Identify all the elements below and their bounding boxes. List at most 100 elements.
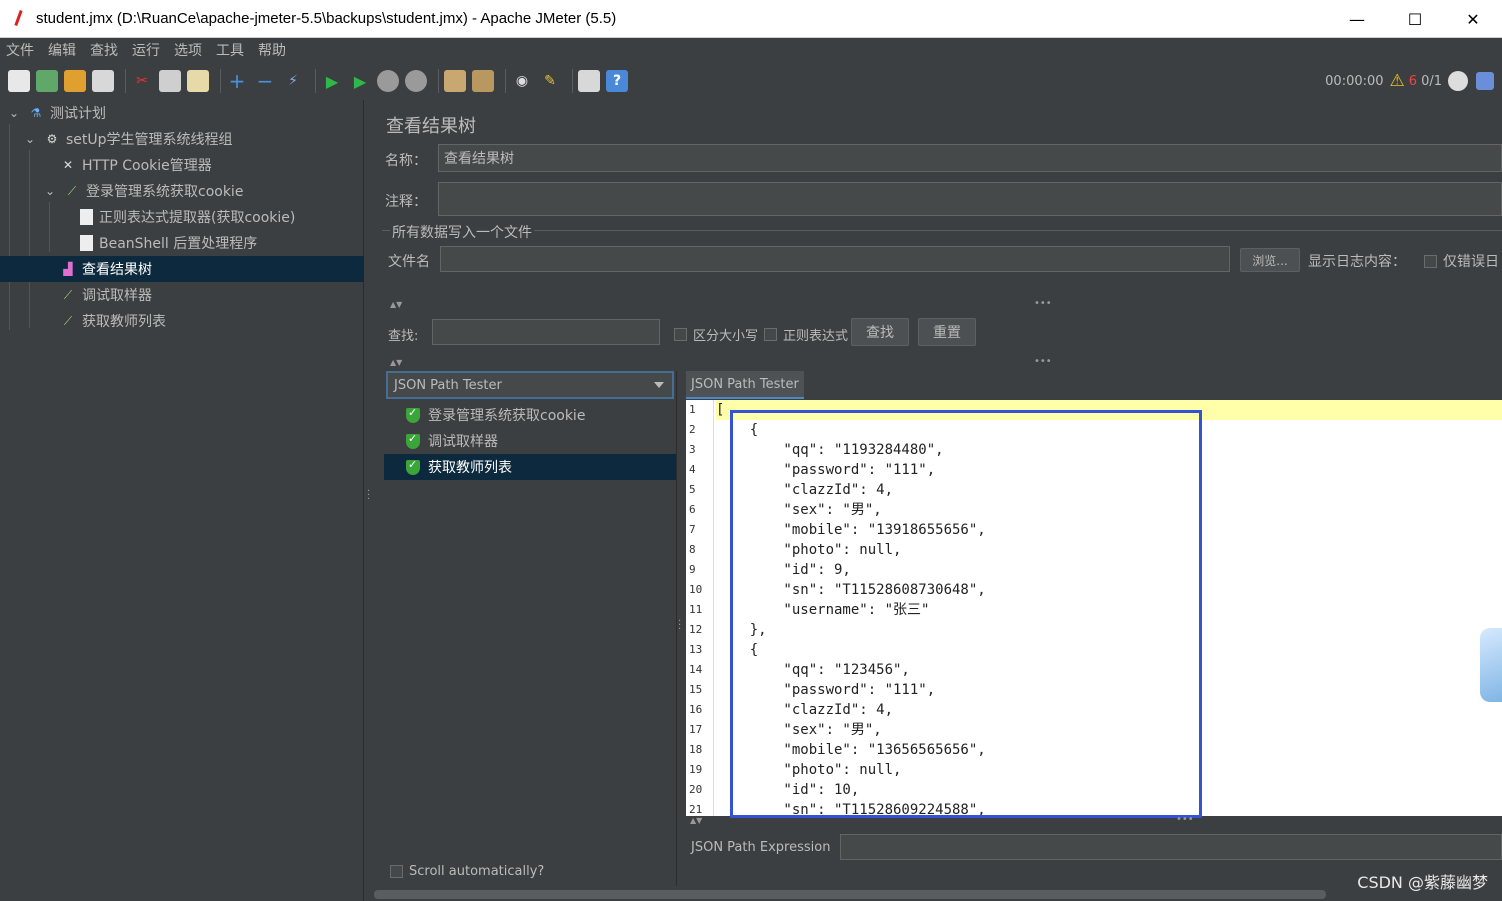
document-icon [80, 235, 93, 251]
save-icon[interactable] [92, 70, 114, 92]
collapse-icon[interactable]: − [254, 69, 276, 93]
start-no-pause-icon[interactable]: ▶ [349, 70, 371, 92]
checkbox-box[interactable] [764, 328, 777, 341]
tree-item-test-plan[interactable]: ⌄ ⚗ 测试计划 [6, 100, 106, 126]
json-path-expression-input[interactable] [840, 834, 1502, 860]
remote-clear-icon[interactable] [1476, 72, 1494, 90]
title-bar: student.jmx (D:\RuanCe\apache-jmeter-5.5… [0, 0, 1502, 38]
errors-only-checkbox[interactable]: 仅错误日 [1424, 251, 1499, 271]
result-item-label: 获取教师列表 [428, 460, 512, 476]
chevron-down-icon[interactable]: ⌄ [22, 131, 38, 147]
horizontal-splitter[interactable]: ▲▼ ••• [686, 814, 1502, 828]
close-button[interactable]: ✕ [1444, 0, 1502, 38]
horizontal-scrollbar[interactable] [374, 888, 1502, 901]
cut-icon[interactable]: ✂ [131, 70, 153, 92]
result-item[interactable]: 调试取样器 [384, 428, 676, 454]
expand-icon[interactable]: + [226, 69, 248, 93]
chevron-down-icon[interactable]: ⌄ [42, 183, 58, 199]
tab-json-path-tester[interactable]: JSON Path Tester [686, 371, 804, 399]
reset-search-icon[interactable]: ✎ [539, 70, 561, 92]
filename-field[interactable] [440, 246, 1230, 272]
splitter-grip-icon[interactable]: · · · [678, 617, 681, 635]
menu-search[interactable]: 查找 [90, 40, 118, 60]
fieldset-border [382, 230, 1502, 231]
test-plan-tree: ⌄ ⚗ 测试计划 ⌄ ⚙ setUp学生管理系统线程组 ✕ HTTP Cooki… [0, 100, 364, 901]
result-item[interactable]: 登录管理系统获取cookie [384, 402, 676, 428]
horizontal-splitter[interactable]: ▲▼ ••• [386, 298, 1502, 312]
tree-item-view-results-tree[interactable]: ▟ 查看结果树 [0, 256, 364, 282]
maximize-button[interactable]: ☐ [1386, 0, 1444, 38]
menu-file[interactable]: 文件 [6, 40, 34, 60]
function-helper-icon[interactable] [578, 70, 600, 92]
wrench-icon: ✕ [62, 158, 74, 172]
chevron-down-icon[interactable]: ⌄ [6, 105, 22, 121]
start-icon[interactable]: ▶ [321, 70, 343, 92]
scroll-automatically-label: Scroll automatically? [409, 864, 545, 879]
name-field[interactable]: 查看结果树 [438, 144, 1502, 172]
clear-icon[interactable] [444, 70, 466, 92]
copy-icon[interactable] [159, 70, 181, 92]
toolbar-status: 00:00:00 ⚠ 6 0/1 [1325, 62, 1502, 100]
templates-icon[interactable] [36, 70, 58, 92]
menu-edit[interactable]: 编辑 [48, 40, 76, 60]
open-icon[interactable] [64, 70, 86, 92]
chevron-down-icon[interactable] [654, 382, 664, 388]
checkbox-box[interactable] [674, 328, 687, 341]
splitter-arrows-icon[interactable]: ▲▼ [690, 816, 702, 825]
menu-run[interactable]: 运行 [132, 40, 160, 60]
paste-icon[interactable] [187, 70, 209, 92]
search-binoculars-icon[interactable]: ◉ [511, 70, 533, 92]
minimize-button[interactable]: — [1328, 0, 1386, 38]
code-line: "password": "111", [716, 682, 936, 698]
case-sensitive-checkbox[interactable]: 区分大小写 [674, 325, 758, 344]
new-icon[interactable] [8, 70, 30, 92]
tree-item-label: 调试取样器 [82, 288, 152, 304]
tree-item-cookie-manager[interactable]: ✕ HTTP Cookie管理器 [60, 152, 212, 178]
toggle-icon[interactable]: ⚡ [282, 70, 304, 92]
clear-all-icon[interactable] [472, 70, 494, 92]
line-number: 17 [689, 723, 703, 736]
menu-help[interactable]: 帮助 [258, 40, 286, 60]
scroll-automatically-checkbox[interactable]: Scroll automatically? [390, 864, 544, 879]
menu-options[interactable]: 选项 [174, 40, 202, 60]
renderer-select[interactable]: JSON Path Tester [386, 371, 674, 399]
help-icon[interactable]: ? [606, 70, 628, 92]
code-line: { [716, 422, 759, 438]
browse-button[interactable]: 浏览... [1240, 248, 1300, 272]
code-line: { [716, 642, 759, 658]
floating-assistant-icon[interactable] [1480, 628, 1502, 702]
list-divider [676, 371, 677, 886]
line-number: 12 [689, 623, 703, 636]
checkbox-box[interactable] [390, 865, 403, 878]
comment-field[interactable] [438, 182, 1502, 216]
tree-item-thread-group[interactable]: ⌄ ⚙ setUp学生管理系统线程组 [22, 126, 233, 152]
find-button[interactable]: 查找 [851, 318, 909, 346]
response-viewer[interactable]: 1 2 3 4 5 6 7 8 9 10 11 12 13 14 15 16 17 18 19 20 21 [ { "q… [686, 400, 1502, 816]
splitter-grip-icon: ••• [1034, 298, 1052, 309]
tree-item-beanshell[interactable]: BeanShell 后置处理程序 [80, 230, 257, 256]
renderer-select-value: JSON Path Tester [394, 377, 502, 393]
scrollbar-thumb[interactable] [374, 890, 1326, 899]
file-group-title: 所有数据写入一个文件 [390, 222, 534, 242]
shutdown-icon[interactable] [405, 70, 427, 92]
code-line: "clazzId": 4, [716, 482, 894, 498]
tree-item-debug-sampler[interactable]: ⟋ 调试取样器 [60, 282, 152, 308]
tree-item-login-sampler[interactable]: ⌄ ⟋ 登录管理系统获取cookie [42, 178, 243, 204]
vertical-splitter[interactable]: · · · [364, 100, 374, 901]
result-item[interactable]: 获取教师列表 [384, 454, 676, 480]
remote-start-icon[interactable] [1448, 71, 1468, 91]
reset-button[interactable]: 重置 [918, 318, 976, 346]
splitter-arrows-icon[interactable]: ▲▼ [390, 358, 402, 367]
search-input[interactable] [432, 319, 660, 345]
regex-checkbox[interactable]: 正则表达式 [764, 325, 848, 344]
stop-icon[interactable] [377, 70, 399, 92]
horizontal-splitter[interactable]: ▲▼ ••• [386, 356, 1502, 370]
checkbox-box[interactable] [1424, 254, 1437, 268]
tree-guide [49, 202, 50, 252]
tree-item-regex-extractor[interactable]: 正则表达式提取器(获取cookie) [80, 204, 295, 230]
splitter-arrows-icon[interactable]: ▲▼ [390, 300, 402, 309]
warning-icon[interactable]: ⚠ [1390, 71, 1405, 91]
menu-tools[interactable]: 工具 [216, 40, 244, 60]
response-body[interactable]: [ { "qq": "1193284480", "password": "111… [716, 400, 1502, 816]
tree-item-teacher-list[interactable]: ⟋ 获取教师列表 [60, 308, 166, 334]
